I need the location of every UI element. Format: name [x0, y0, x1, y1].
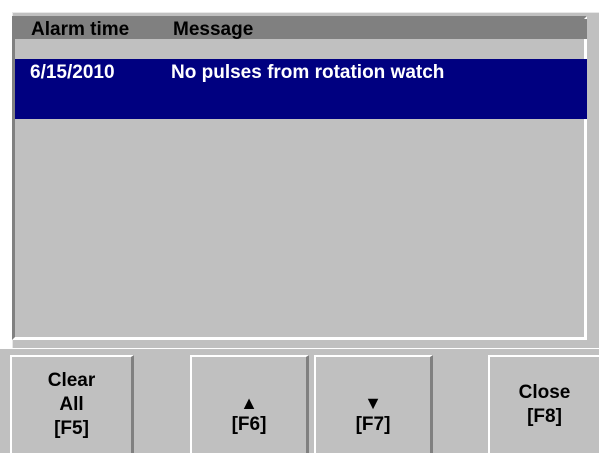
column-header-alarm-time[interactable]: Alarm time	[31, 18, 129, 41]
alarm-row-selected[interactable]: 6/15/2010 No pulses from rotation watch	[15, 59, 587, 119]
scroll-down-button[interactable]: ▼ [F7]	[314, 355, 433, 453]
column-header-message[interactable]: Message	[173, 18, 253, 41]
alarm-time-cell: 6/15/2010	[30, 62, 115, 83]
clear-all-label-line1: Clear	[47, 370, 96, 391]
scroll-up-button[interactable]: ▲ [F6]	[190, 355, 309, 453]
alarm-list-header: Alarm time Message	[15, 18, 587, 41]
clear-all-key: [F5]	[54, 418, 89, 439]
clear-all-button[interactable]: Clear All [F5]	[10, 355, 134, 453]
close-label: Close	[518, 382, 571, 403]
alarm-message-cell: No pulses from rotation watch	[171, 62, 445, 83]
down-triangle-icon: ▼	[364, 393, 382, 413]
scroll-down-key: [F7]	[355, 414, 391, 435]
scroll-up-key: [F6]	[231, 414, 267, 435]
up-triangle-icon: ▲	[240, 393, 258, 413]
clear-all-label-line2: All	[59, 394, 84, 415]
close-key: [F8]	[527, 406, 562, 427]
close-button[interactable]: Close [F8]	[488, 355, 599, 453]
